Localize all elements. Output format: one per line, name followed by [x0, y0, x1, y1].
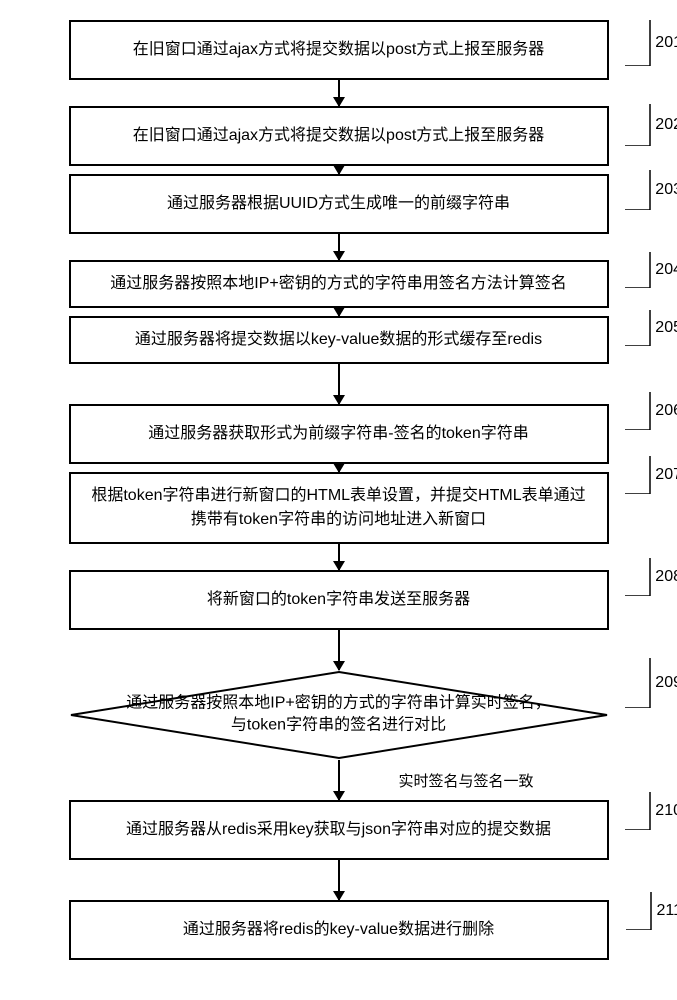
arrow-206-207	[50, 464, 627, 472]
step-label-204: 204	[625, 252, 677, 288]
arrow-210-211	[50, 860, 627, 900]
arrow-205-206	[50, 364, 627, 404]
step-label-205: 205	[625, 310, 677, 346]
arrow-209-210: 实时签名与签名一致	[50, 760, 627, 800]
step-text-204: 通过服务器按照本地IP+密钥的方式的字符串用签名方法计算签名	[110, 275, 566, 292]
step-label-206: 206	[625, 392, 677, 430]
step-text-203: 通过服务器根据UUID方式生成唯一的前缀字符串	[167, 195, 510, 212]
flowchart-container: 201 在旧窗口通过ajax方式将提交数据以post方式上报至服务器 202 在…	[0, 0, 677, 1000]
step-label-211: 211	[626, 892, 677, 930]
step-text-207: 根据token字符串进行新窗口的HTML表单设置，并提交HTML表单通过携带有t…	[91, 487, 585, 528]
step-id-211: 211	[656, 902, 677, 920]
step-label-208: 208	[625, 558, 677, 596]
step-id-205: 205	[655, 319, 677, 337]
arrow-201-202	[50, 80, 627, 106]
step-text-206: 通过服务器获取形式为前缀字符串-签名的token字符串	[148, 425, 528, 442]
arrow-203-204	[50, 234, 627, 260]
step-box-207: 根据token字符串进行新窗口的HTML表单设置，并提交HTML表单通过携带有t…	[69, 472, 609, 544]
step-box-210: 通过服务器从redis采用key获取与json字符串对应的提交数据	[69, 800, 609, 860]
step-box-202: 在旧窗口通过ajax方式将提交数据以post方式上报至服务器	[69, 106, 609, 166]
arrow-208-209	[50, 630, 627, 670]
step-id-210: 210	[655, 802, 677, 820]
step-box-201: 在旧窗口通过ajax方式将提交数据以post方式上报至服务器	[69, 20, 609, 80]
arrow-204-205	[50, 308, 627, 316]
arrow-207-208	[50, 544, 627, 570]
step-label-209: 209	[625, 658, 677, 708]
arrow-202-203	[50, 166, 627, 174]
step-box-203: 通过服务器根据UUID方式生成唯一的前缀字符串	[69, 174, 609, 234]
step-id-201: 201	[655, 34, 677, 52]
step-label-202: 202	[625, 104, 677, 146]
step-text-201: 在旧窗口通过ajax方式将提交数据以post方式上报至服务器	[133, 41, 545, 58]
step-id-204: 204	[655, 261, 677, 279]
step-id-208: 208	[655, 568, 677, 586]
step-id-202: 202	[655, 116, 677, 134]
edge-label-209-210: 实时签名与签名一致	[399, 770, 534, 791]
step-box-211: 通过服务器将redis的key-value数据进行删除	[69, 900, 609, 960]
step-id-206: 206	[655, 402, 677, 420]
decision-text-209: 通过服务器按照本地IP+密钥的方式的字符串计算实时签名，与token字符串的签名…	[119, 693, 559, 738]
step-label-210: 210	[625, 792, 677, 830]
step-label-201: 201	[625, 20, 677, 66]
step-box-204: 通过服务器按照本地IP+密钥的方式的字符串用签名方法计算签名	[69, 260, 609, 308]
step-box-206: 通过服务器获取形式为前缀字符串-签名的token字符串	[69, 404, 609, 464]
step-id-203: 203	[655, 181, 677, 199]
step-box-208: 将新窗口的token字符串发送至服务器	[69, 570, 609, 630]
decision-209: 通过服务器按照本地IP+密钥的方式的字符串计算实时签名，与token字符串的签名…	[50, 670, 627, 760]
step-label-207: 207	[625, 456, 677, 494]
step-id-207: 207	[655, 466, 677, 484]
step-text-202: 在旧窗口通过ajax方式将提交数据以post方式上报至服务器	[133, 127, 545, 144]
step-text-211: 通过服务器将redis的key-value数据进行删除	[183, 921, 494, 938]
step-id-209: 209	[655, 674, 677, 692]
step-text-210: 通过服务器从redis采用key获取与json字符串对应的提交数据	[126, 821, 551, 838]
step-text-208: 将新窗口的token字符串发送至服务器	[207, 591, 470, 608]
step-box-205: 通过服务器将提交数据以key-value数据的形式缓存至redis	[69, 316, 609, 364]
step-label-203: 203	[625, 170, 677, 210]
step-text-205: 通过服务器将提交数据以key-value数据的形式缓存至redis	[135, 331, 542, 348]
